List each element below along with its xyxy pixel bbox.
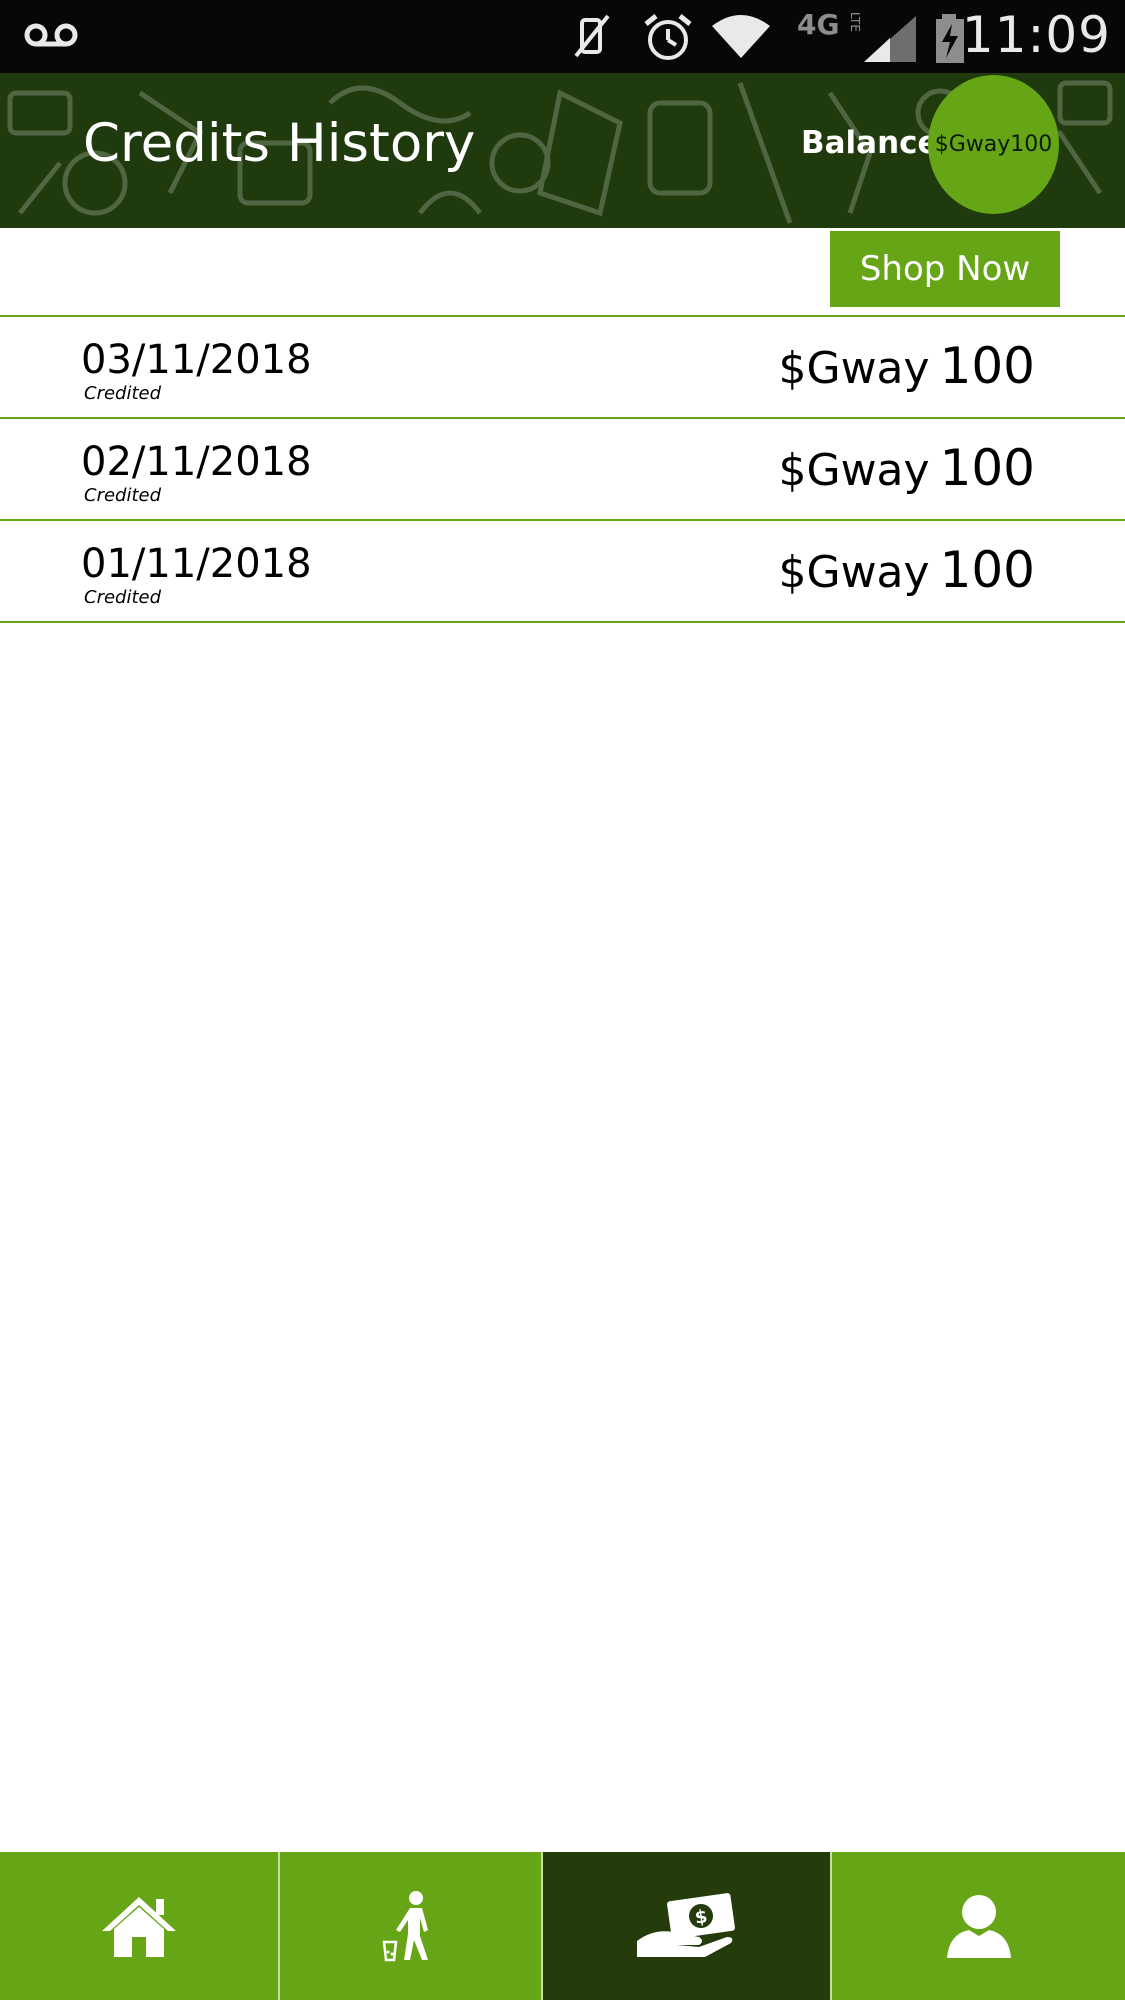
bottom-nav: $ <box>0 1852 1125 2000</box>
nav-profile[interactable] <box>832 1852 1125 2000</box>
profile-icon <box>946 1895 1011 1958</box>
network-type-label: 4G <box>797 8 840 41</box>
vibrate-off-icon <box>574 14 610 58</box>
network-sub-label: LTE <box>848 12 862 32</box>
history-row[interactable]: 01/11/2018 Credited $Gway 100 <box>0 521 1125 623</box>
row-amount-value: 100 <box>939 337 1035 395</box>
row-currency: $Gway <box>778 547 930 598</box>
status-time: 11:09 <box>961 6 1111 64</box>
row-status: Credited <box>84 383 162 404</box>
cash-hand-icon: $ <box>636 1893 735 1957</box>
row-amount: $Gway 100 <box>778 337 1035 395</box>
voicemail-icon <box>24 23 78 47</box>
row-status: Credited <box>84 485 162 506</box>
history-row[interactable]: 02/11/2018 Credited $Gway 100 <box>0 419 1125 521</box>
row-amount-value: 100 <box>939 439 1035 497</box>
balance-label: Balance <box>801 125 939 161</box>
row-currency: $Gway <box>778 445 930 496</box>
recycle-person-icon <box>382 1891 428 1962</box>
row-status: Credited <box>84 587 162 608</box>
row-date: 03/11/2018 <box>81 337 312 383</box>
wifi-icon <box>712 15 770 58</box>
row-amount-value: 100 <box>939 541 1035 599</box>
row-date: 01/11/2018 <box>81 541 312 587</box>
row-date: 02/11/2018 <box>81 439 312 485</box>
nav-home[interactable] <box>0 1852 280 2000</box>
balance-badge: $Gway100 <box>928 75 1059 214</box>
alarm-icon <box>644 14 692 60</box>
nav-credits[interactable]: $ <box>543 1852 832 2000</box>
status-bar: 4G LTE 11:09 <box>0 0 1125 73</box>
signal-icon <box>864 16 916 62</box>
row-amount: $Gway 100 <box>778 439 1035 497</box>
credits-history-list: 03/11/2018 Credited $Gway 100 02/11/2018 … <box>0 315 1125 623</box>
nav-recycle[interactable] <box>280 1852 543 2000</box>
home-icon <box>102 1897 176 1957</box>
row-amount: $Gway 100 <box>778 541 1035 599</box>
shop-now-button[interactable]: Shop Now <box>830 231 1060 307</box>
page-title: Credits History <box>83 113 476 174</box>
history-row[interactable]: 03/11/2018 Credited $Gway 100 <box>0 317 1125 419</box>
shop-row: Shop Now <box>0 228 1125 316</box>
row-currency: $Gway <box>778 343 930 394</box>
